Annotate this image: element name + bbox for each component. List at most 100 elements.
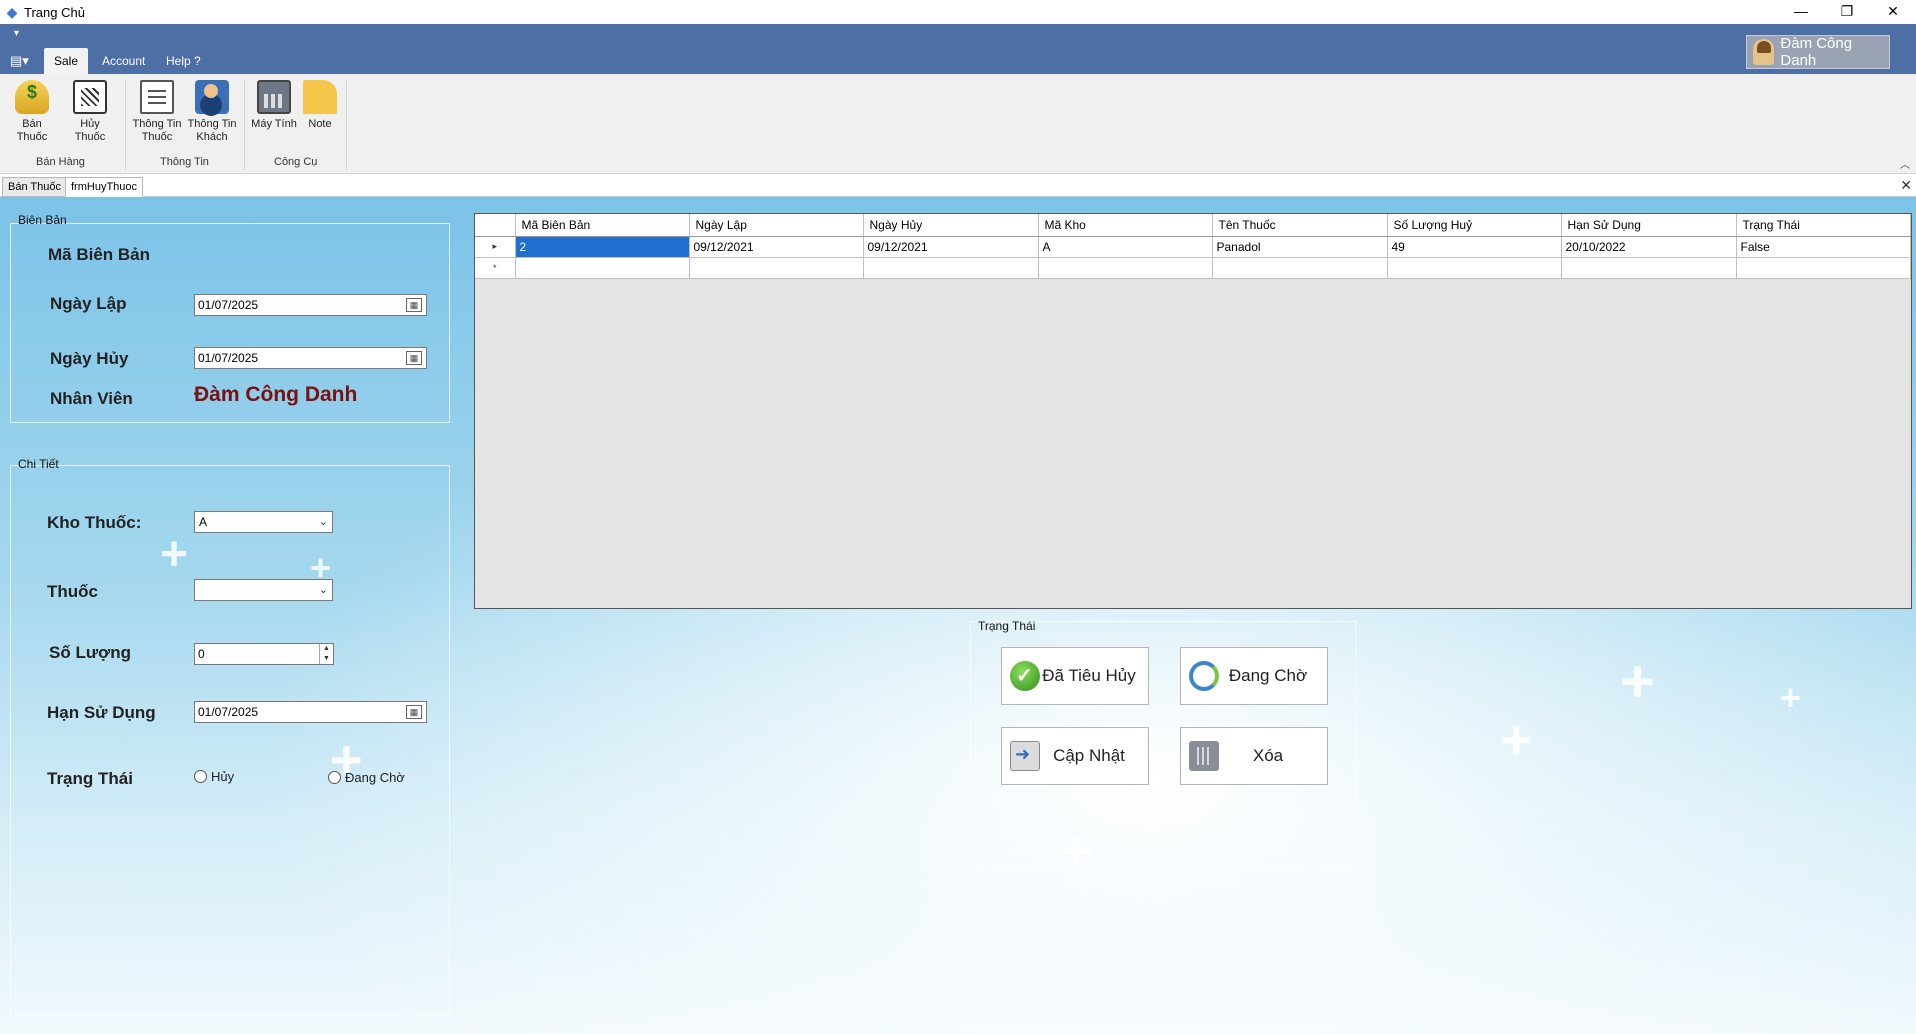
column-header[interactable]: Ngày Lập [689, 214, 864, 237]
note-button[interactable]: Note [295, 80, 345, 131]
group-separator [346, 80, 347, 170]
calendar-icon[interactable]: ▦ [406, 298, 422, 312]
table-cell[interactable] [1561, 257, 1737, 279]
table-cell[interactable] [1387, 257, 1562, 279]
document-tabs: Bán Thuốc frmHuyThuoc ✕ [0, 175, 1916, 197]
table-cell[interactable] [1212, 257, 1388, 279]
cap-nhat-label: Cập Nhật [1053, 746, 1125, 765]
current-row-indicator-icon[interactable]: ▸ [475, 236, 516, 258]
dang-cho-button[interactable]: Đang Chờ [1180, 647, 1328, 705]
thong-tin-khach-button[interactable]: Thông Tin Khách [187, 80, 237, 144]
user-avatar-icon [1753, 39, 1775, 65]
collapse-ribbon-icon[interactable]: ︿ [1900, 156, 1910, 171]
user-button[interactable]: Đàm Công Danh [1746, 35, 1890, 69]
column-header[interactable]: Hạn Sử Dụng [1561, 214, 1737, 237]
thuoc-select[interactable]: ⌄ [194, 579, 333, 601]
table-cell[interactable]: 09/12/2021 [689, 236, 864, 258]
nhan-vien-label: Nhân Viên [50, 389, 133, 408]
da-tieu-huy-button[interactable]: Đã Tiêu Hủy [1001, 647, 1149, 705]
title-bar: ◆ Trang Chủ — ❐ ✕ [0, 0, 1916, 24]
thong-tin-thuoc-button[interactable]: Thông Tin Thuốc [132, 80, 182, 144]
table-cell[interactable] [515, 257, 690, 279]
app-icon: ◆ [6, 4, 18, 20]
cap-nhat-button[interactable]: Cập Nhật [1001, 727, 1149, 785]
close-button[interactable]: ✕ [1870, 0, 1916, 24]
ribbon-tab-bar: ▾ ▤▾ Sale Account Help ? Đàm Công Danh [0, 24, 1916, 74]
group-separator [125, 80, 126, 170]
chevron-down-icon: ⌄ [318, 584, 328, 596]
money-bag-icon [15, 80, 49, 114]
column-header[interactable]: Trạng Thái [1736, 214, 1911, 237]
ngay-lap-picker[interactable]: 01/07/2025 ▦ [194, 294, 427, 316]
radio-dang-cho-label: Đang Chờ [345, 770, 405, 785]
tab-account[interactable]: Account [92, 48, 155, 74]
quick-access-dropdown-icon[interactable]: ▾ [14, 28, 19, 39]
table-cell[interactable] [689, 257, 864, 279]
tab-help[interactable]: Help ? [156, 48, 211, 74]
kho-thuoc-value: A [199, 515, 208, 529]
table-cell[interactable]: Panadol [1212, 236, 1388, 258]
grid-header-row: Mã Biên Bản Ngày Lập Ngày Hủy Mã Kho Tên… [475, 214, 1911, 237]
calendar-icon[interactable]: ▦ [406, 705, 422, 719]
table-cell[interactable]: A [1038, 236, 1213, 258]
so-luong-value: 0 [198, 647, 205, 661]
ngay-huy-picker[interactable]: 01/07/2025 ▦ [194, 347, 427, 369]
table-cell[interactable]: False [1736, 236, 1911, 258]
huy-thuoc-button[interactable]: Hủy Thuốc [65, 80, 115, 144]
xoa-button[interactable]: Xóa [1180, 727, 1328, 785]
han-su-dung-picker[interactable]: 01/07/2025 ▦ [194, 701, 427, 723]
table-row[interactable]: ▸ 2 09/12/2021 09/12/2021 A Panadol 49 2… [475, 236, 1911, 258]
column-header[interactable]: Tên Thuốc [1212, 214, 1388, 237]
table-cell[interactable] [1736, 257, 1911, 279]
kho-thuoc-label: Kho Thuốc: [47, 513, 142, 532]
huy-thuoc-label: Hủy Thuốc [74, 118, 106, 143]
chi-tiet-group [10, 465, 450, 1015]
ban-thuoc-button[interactable]: Bán Thuốc [7, 80, 57, 144]
new-row-indicator-icon[interactable]: * [475, 257, 516, 279]
column-header[interactable]: Ngày Hủy [863, 214, 1039, 237]
column-header[interactable]: Mã Biên Bản [515, 214, 690, 237]
ngay-lap-label: Ngày Lập [50, 294, 127, 313]
table-cell[interactable]: 09/12/2021 [863, 236, 1039, 258]
minimize-button[interactable]: — [1778, 0, 1824, 24]
ngay-huy-value: 01/07/2025 [198, 351, 259, 365]
app-menu-icon[interactable]: ▤▾ [10, 51, 36, 71]
calendar-icon[interactable]: ▦ [406, 351, 422, 365]
kho-thuoc-select[interactable]: A ⌄ [194, 511, 333, 533]
xoa-label: Xóa [1252, 746, 1284, 765]
doc-tab-ban-thuoc[interactable]: Bán Thuốc [2, 177, 68, 197]
stepper-arrows-icon[interactable]: ▲ ▼ [319, 644, 333, 664]
chi-tiet-title: Chi Tiết [18, 457, 59, 471]
thong-tin-thuoc-label: Thông Tin Thuốc [132, 118, 182, 143]
so-luong-stepper[interactable]: 0 ▲ ▼ [194, 643, 334, 665]
radio-circle[interactable] [328, 771, 341, 784]
may-tinh-button[interactable]: Máy Tính [249, 80, 299, 131]
table-cell[interactable]: 20/10/2022 [1561, 236, 1737, 258]
ban-thuoc-label: Bán Thuốc [16, 118, 48, 143]
shredder-icon [73, 80, 107, 114]
doc-tab-frm-huy-thuoc[interactable]: frmHuyThuoc [65, 177, 144, 197]
main-content: + + + + + + + Biên Bản Mã Biên Bản Ngày … [0, 197, 1916, 1034]
table-cell[interactable] [1038, 257, 1213, 279]
tab-sale[interactable]: Sale [44, 48, 89, 74]
user-name: Đàm Công Danh [1780, 35, 1853, 69]
restore-button[interactable]: ❐ [1824, 0, 1870, 24]
ma-bien-ban-label: Mã Biên Bản [48, 245, 151, 264]
table-cell[interactable] [863, 257, 1039, 279]
table-cell[interactable]: 2 [515, 236, 690, 258]
radio-circle[interactable] [194, 770, 207, 783]
trang-thai-panel-title: Trạng Thái [978, 619, 1036, 633]
new-row[interactable]: * [475, 257, 1911, 279]
may-tinh-label: Máy Tính [251, 118, 297, 130]
close-tab-icon[interactable]: ✕ [1900, 177, 1912, 194]
group-ban-hang: Bán Hàng [36, 156, 85, 168]
background-plus-decoration: + [1780, 677, 1802, 718]
clipboard-icon [140, 80, 174, 114]
bien-ban-title: Biên Bản [18, 213, 67, 227]
column-header[interactable]: Số Lượng Huỷ [1387, 214, 1562, 237]
table-cell[interactable]: 49 [1387, 236, 1562, 258]
radio-dang-cho[interactable]: Đang Chờ [328, 770, 405, 785]
radio-huy[interactable]: Hủy [194, 769, 234, 784]
column-header[interactable]: Mã Kho [1038, 214, 1213, 237]
bien-ban-grid[interactable]: Mã Biên Bản Ngày Lập Ngày Hủy Mã Kho Tên… [474, 213, 1912, 609]
